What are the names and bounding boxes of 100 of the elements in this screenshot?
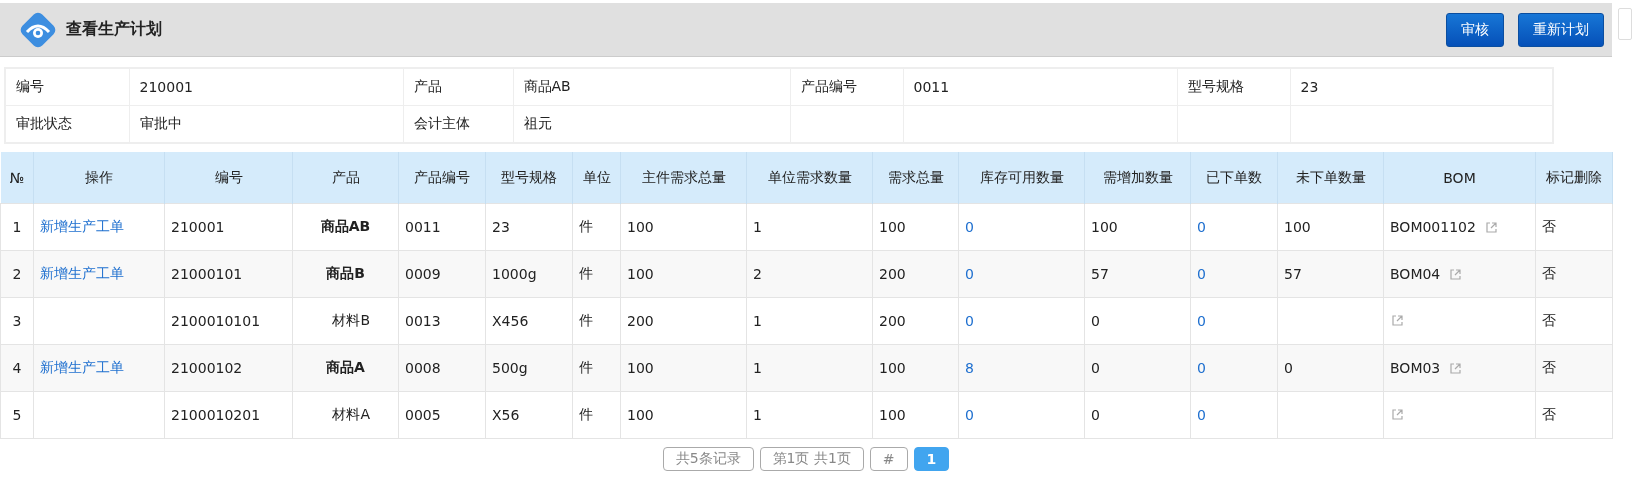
table-cell: 210001 [171, 219, 225, 235]
row-number: 3 [12, 313, 22, 329]
column-header: 主件需求总量 [620, 152, 747, 204]
external-link-icon[interactable] [1392, 315, 1403, 326]
table-cell: 100 [627, 407, 654, 423]
column-header: 库存可用数量 [958, 152, 1085, 204]
info-label: 审批状态 [16, 115, 72, 131]
product-cell: 材料B [332, 312, 370, 328]
table-cell: 100 [1091, 219, 1118, 235]
table-cell: 否 [1542, 312, 1556, 328]
scrollbar[interactable] [1618, 8, 1632, 40]
column-header: 产品 [292, 152, 399, 204]
table-cell: 0 [1091, 360, 1100, 376]
bom-code: BOM03 [1390, 360, 1441, 376]
table-cell: 100 [879, 360, 906, 376]
table-cell: X456 [492, 313, 529, 329]
table-cell: 件 [579, 265, 593, 281]
bom-code: BOM04 [1390, 266, 1441, 282]
table-cell: 0 [1091, 313, 1100, 329]
column-header: 需增加数量 [1084, 152, 1191, 204]
ordered-link[interactable]: 0 [1197, 407, 1206, 423]
table-cell: X56 [492, 407, 520, 423]
ordered-link[interactable]: 0 [1197, 360, 1206, 376]
table-cell: 57 [1091, 266, 1109, 282]
page-title: 查看生产计划 [66, 19, 162, 40]
table-cell: 57 [1284, 266, 1302, 282]
table-cell: 0008 [405, 360, 441, 376]
pagination-button[interactable]: 第1页 共1页 [759, 447, 864, 471]
info-label: 产品编号 [800, 78, 857, 94]
info-value: 商品AB [523, 78, 571, 94]
table-cell: 否 [1542, 265, 1556, 281]
table-cell: 否 [1542, 218, 1556, 234]
column-header: 单位 [572, 152, 621, 204]
external-link-icon[interactable] [1392, 409, 1403, 420]
column-header: 操作 [33, 152, 165, 204]
info-label: 会计主体 [413, 115, 470, 131]
table-cell: 2100010101 [171, 313, 261, 329]
ordered-link[interactable]: 0 [1197, 266, 1206, 282]
column-header: 产品编号 [398, 152, 486, 204]
table-cell: 1 [753, 313, 762, 329]
table-cell: 200 [879, 266, 906, 282]
table-cell: 件 [579, 218, 593, 234]
row-number: 2 [12, 266, 22, 282]
column-header: 型号规格 [485, 152, 573, 204]
table-cell: 100 [879, 219, 906, 235]
table-cell: 否 [1542, 359, 1556, 375]
product-cell: 商品AB [320, 218, 371, 234]
table-cell: 1 [753, 219, 762, 235]
table-cell: 500g [492, 360, 528, 376]
pagination-button[interactable]: 共5条记录 [662, 447, 754, 471]
table-cell: 0 [1091, 407, 1100, 423]
column-header: 已下单数 [1190, 152, 1278, 204]
table-cell: 件 [579, 359, 593, 375]
table-cell: 21000102 [171, 360, 243, 376]
table-cell: 21000101 [171, 266, 243, 282]
column-header: 编号 [164, 152, 293, 204]
info-label: 产品 [413, 78, 442, 94]
action-button[interactable]: 审核 [1446, 12, 1504, 47]
column-header: 需求总量 [872, 152, 959, 204]
column-header: 标记删除 [1535, 152, 1613, 204]
table-cell: 否 [1542, 406, 1556, 422]
column-header: № [0, 152, 34, 204]
ordered-link[interactable]: 0 [1197, 219, 1206, 235]
row-number: 5 [12, 407, 22, 423]
table-cell: 0013 [405, 313, 441, 329]
stock-link[interactable]: 0 [965, 219, 974, 235]
product-cell: 商品A [326, 359, 365, 375]
stock-link[interactable]: 8 [965, 360, 974, 376]
info-value: 210001 [139, 79, 193, 95]
column-header: 单位需求数量 [746, 152, 873, 204]
pagination-button[interactable]: # [869, 447, 908, 471]
column-header: 未下单数量 [1277, 152, 1384, 204]
table-cell: 件 [579, 312, 593, 328]
table-cell: 23 [492, 219, 510, 235]
table-cell: 1 [753, 360, 762, 376]
stock-link[interactable]: 0 [965, 266, 974, 282]
row-number: 1 [12, 219, 22, 235]
pagination-button[interactable]: 1 [913, 447, 950, 471]
table-cell: 100 [627, 266, 654, 282]
external-link-icon[interactable] [1485, 221, 1497, 233]
table-cell: 0 [1284, 360, 1293, 376]
info-label: 型号规格 [1187, 78, 1244, 94]
stock-link[interactable]: 0 [965, 407, 974, 423]
table-cell: 1000g [492, 266, 537, 282]
table-cell: 0011 [405, 219, 441, 235]
stock-link[interactable]: 0 [965, 313, 974, 329]
table-cell: 200 [627, 313, 654, 329]
table-cell: 200 [879, 313, 906, 329]
row-number: 4 [12, 360, 22, 376]
table-cell: 100 [627, 360, 654, 376]
product-cell: 商品B [326, 265, 365, 281]
ordered-link[interactable]: 0 [1197, 313, 1206, 329]
action-button[interactable]: 重新计划 [1518, 12, 1604, 47]
table-cell: 1 [753, 407, 762, 423]
info-value: 审批中 [139, 115, 182, 131]
external-link-icon[interactable] [1450, 362, 1462, 374]
info-value: 祖元 [523, 115, 552, 131]
bom-code: BOM001102 [1390, 219, 1476, 235]
info-value: 23 [1300, 79, 1319, 95]
external-link-icon[interactable] [1450, 268, 1462, 280]
